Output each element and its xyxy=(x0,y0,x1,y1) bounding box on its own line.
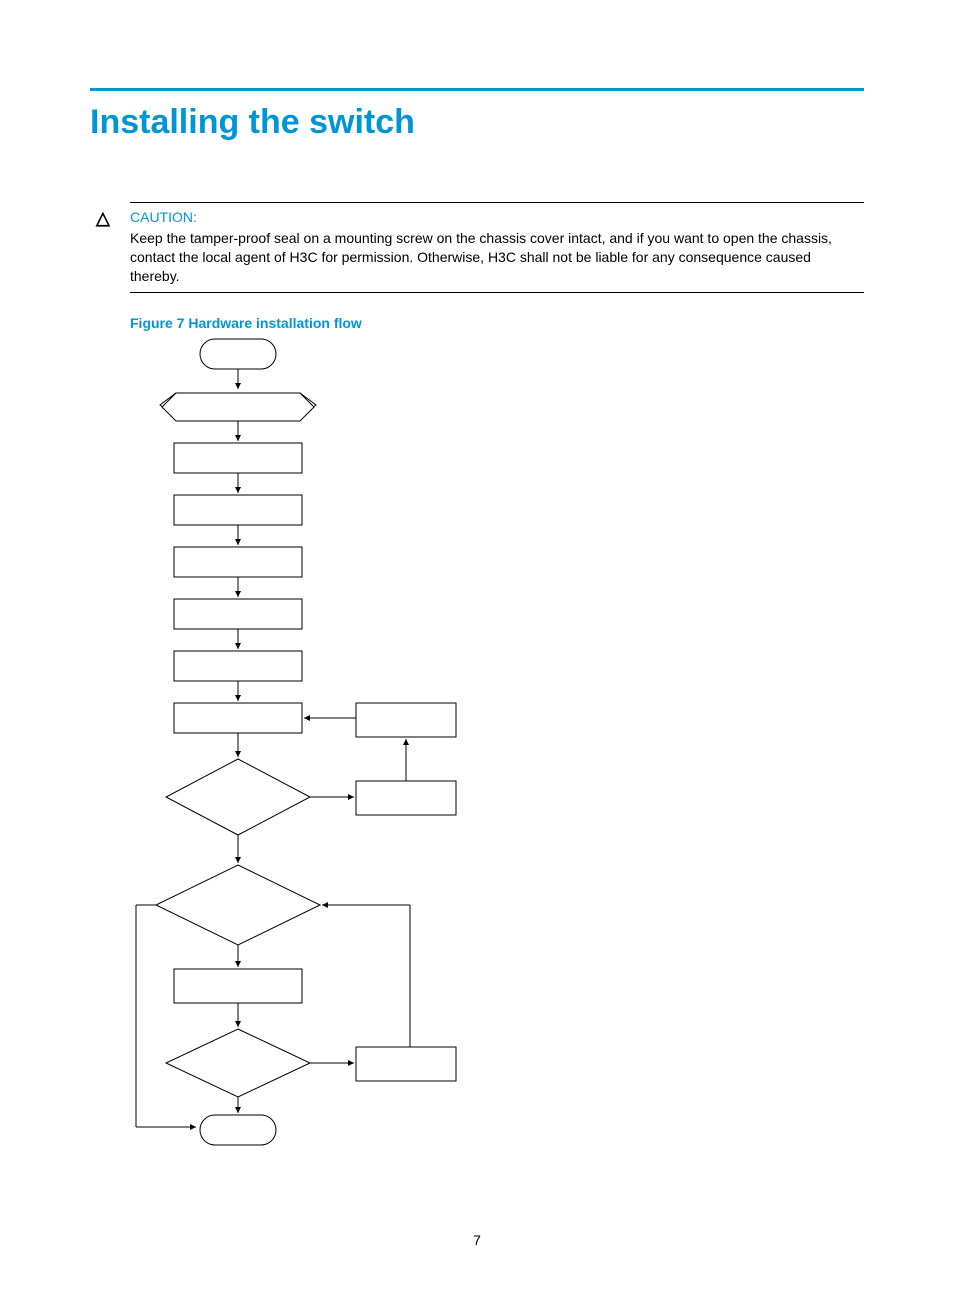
flowchart-svg xyxy=(130,337,500,1157)
flow-irf-box xyxy=(174,969,302,1003)
caution-label: CAUTION: xyxy=(130,209,864,225)
flow-decision-1 xyxy=(166,759,310,835)
caution-triangle-icon: △ xyxy=(96,208,110,228)
flow-decision-3 xyxy=(166,1029,310,1097)
flowchart xyxy=(130,337,864,1162)
flow-prep-shape xyxy=(162,393,314,421)
page-title: Installing the switch xyxy=(90,103,864,142)
flow-turnoff xyxy=(356,703,456,737)
top-rule xyxy=(90,88,864,91)
flow-troubleshoot xyxy=(356,781,456,815)
page-number: 7 xyxy=(0,1232,954,1248)
caution-rule-top xyxy=(130,202,864,203)
flow-end xyxy=(200,1115,276,1145)
flow-irf-troubleshoot xyxy=(356,1047,456,1081)
flow-process-group xyxy=(174,443,302,757)
caution-body: Keep the tamper-proof seal on a mounting… xyxy=(130,229,864,286)
flow-decision-2 xyxy=(156,865,320,945)
caution-block: △ CAUTION: Keep the tamper-proof seal on… xyxy=(130,202,864,293)
flow-start xyxy=(200,339,276,369)
page: Installing the switch △ CAUTION: Keep th… xyxy=(0,0,954,1296)
caution-rule-bottom xyxy=(130,292,864,293)
figure-caption: Figure 7 Hardware installation flow xyxy=(130,315,864,331)
